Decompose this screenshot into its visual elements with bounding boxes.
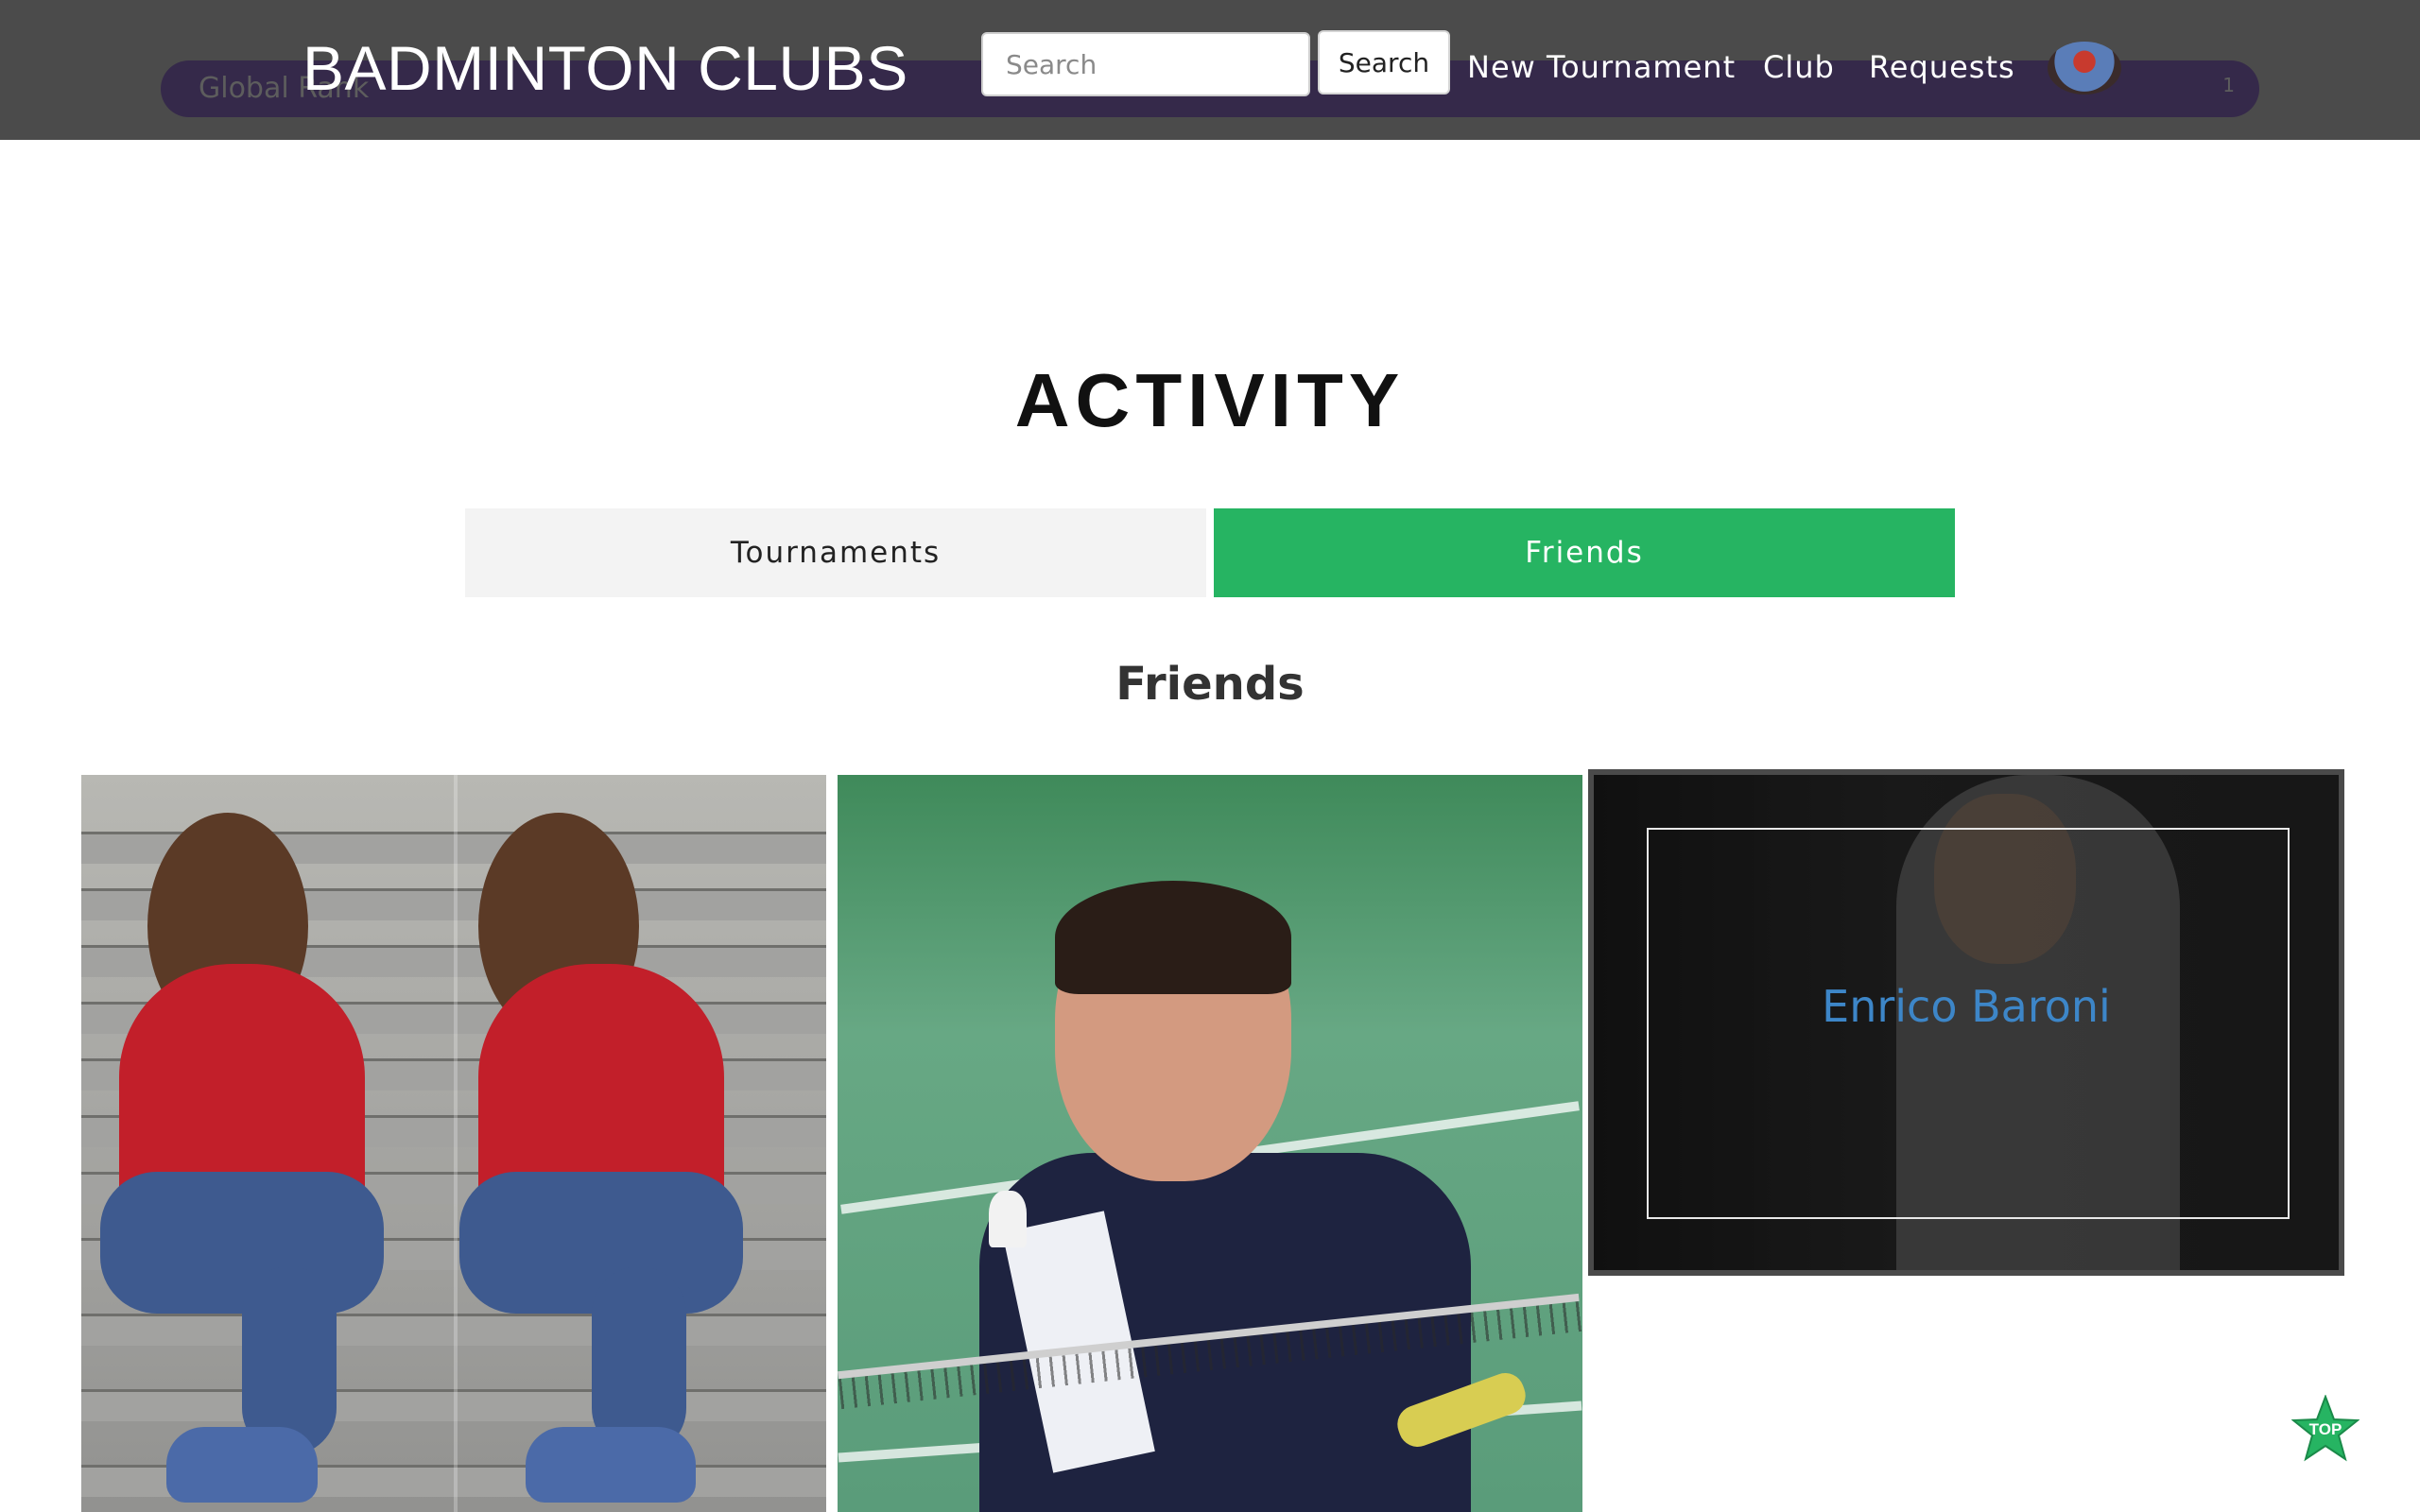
- tab-tournaments[interactable]: Tournaments: [465, 508, 1206, 597]
- friend-card[interactable]: [81, 775, 826, 1512]
- friend-name-link[interactable]: Enrico Baroni: [1594, 981, 2339, 1032]
- friend-card[interactable]: [838, 775, 1582, 1512]
- search-button[interactable]: Search: [1318, 30, 1450, 94]
- brand-logo[interactable]: BADMINTON CLUBS: [302, 28, 908, 108]
- nav-club[interactable]: Club: [1763, 49, 1835, 85]
- global-rank-value: 1: [2222, 74, 2235, 96]
- friend-card[interactable]: Enrico Baroni: [1588, 769, 2344, 1276]
- top-label: TOP: [2309, 1420, 2342, 1438]
- page-title: ACTIVITY: [1014, 358, 1406, 442]
- user-avatar-icon[interactable]: [2048, 42, 2121, 94]
- tab-friends[interactable]: Friends: [1214, 508, 1955, 597]
- star-icon: TOP: [2290, 1394, 2360, 1462]
- back-to-top-button[interactable]: TOP: [2290, 1394, 2360, 1463]
- friends-section-title: Friends: [1115, 658, 1305, 711]
- top-navbar: Global Rank 1 BADMINTON CLUBS Search New…: [0, 0, 2420, 140]
- nav-requests[interactable]: Requests: [1869, 49, 2015, 85]
- search-input[interactable]: [981, 32, 1310, 96]
- friend-photo: [838, 775, 1582, 1512]
- nav-new-tournament[interactable]: New Tournament: [1467, 49, 1736, 85]
- friend-photo: [81, 775, 826, 1512]
